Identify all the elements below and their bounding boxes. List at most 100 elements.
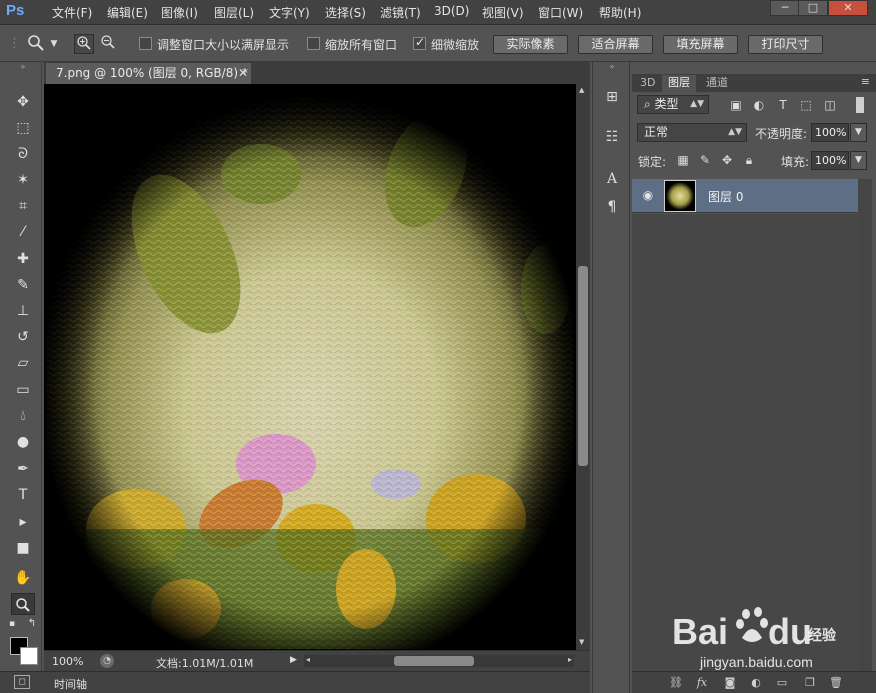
zoom-tool-preset-icon[interactable] [26, 34, 46, 54]
status-menu-arrow-icon[interactable]: ▶ [290, 655, 297, 665]
lock-transparent-pixels-icon[interactable]: ▦ [676, 153, 690, 167]
timeline-icon[interactable]: ◻ [14, 675, 30, 689]
eyedropper-tool-icon[interactable]: ⁄ [11, 221, 35, 243]
marquee-tool-icon[interactable]: ⬚ [11, 117, 35, 139]
default-colors-icon[interactable]: ▪ [6, 618, 18, 630]
vertical-scrollbar[interactable]: ▲ ▼ [576, 84, 590, 650]
scroll-up-icon[interactable]: ▲ [579, 86, 584, 94]
horizontal-scrollbar[interactable]: ◂ ▸ [304, 655, 574, 667]
scroll-right-icon[interactable]: ▸ [568, 655, 572, 664]
menu-image[interactable]: 图像(I) [161, 4, 198, 21]
zoom-all-windows-checkbox[interactable] [307, 37, 320, 50]
adjustment-layer-icon[interactable]: ◐ [748, 675, 764, 691]
scrubby-zoom-checkbox[interactable] [413, 35, 426, 50]
tab-layers[interactable]: 图层 [662, 75, 696, 92]
dodge-tool-icon[interactable]: ● [11, 431, 35, 453]
menu-help[interactable]: 帮助(H) [599, 4, 641, 21]
path-selection-tool-icon[interactable]: ▸ [11, 511, 35, 533]
opacity-input[interactable]: 100% [811, 123, 849, 142]
crop-tool-icon[interactable]: ⌗ [11, 195, 35, 217]
filter-smart-object-icon[interactable]: ◫ [822, 97, 838, 113]
blend-mode-select[interactable]: 正常 ▲▼ [637, 123, 747, 142]
menu-edit[interactable]: 编辑(E) [107, 4, 148, 21]
horizontal-scroll-thumb[interactable] [394, 656, 474, 666]
chevron-down-icon[interactable]: ▼ [48, 34, 60, 54]
filter-shape-icon[interactable]: ⬚ [798, 97, 814, 113]
menu-file[interactable]: 文件(F) [52, 4, 92, 21]
zoom-in-icon[interactable] [74, 34, 94, 54]
menu-3d[interactable]: 3D(D) [434, 4, 469, 18]
timeline-label[interactable]: 时间轴 [54, 676, 87, 692]
hand-tool-icon[interactable]: ✋ [11, 567, 35, 589]
layer-row[interactable]: ◉ 图层 0 [632, 179, 858, 213]
filter-adjustment-icon[interactable]: ◐ [751, 97, 767, 113]
menu-window[interactable]: 窗口(W) [538, 4, 583, 21]
move-tool-icon[interactable]: ✥ [11, 91, 35, 113]
history-brush-tool-icon[interactable]: ↺ [11, 326, 35, 348]
lock-all-icon[interactable]: 🔒︎ [742, 153, 756, 167]
menu-layer[interactable]: 图层(L) [214, 4, 254, 21]
pen-tool-icon[interactable]: ✒ [11, 458, 35, 480]
actual-pixels-button[interactable]: 实际像素 [493, 35, 568, 54]
zoom-tool-icon[interactable] [11, 593, 35, 615]
menu-view[interactable]: 视图(V) [482, 4, 524, 21]
navigator-panel-icon[interactable]: ⊞ [601, 86, 623, 108]
filter-type-icon[interactable]: T [775, 97, 791, 113]
layers-scrollbar[interactable] [858, 179, 872, 671]
collapse-icon[interactable]: » [11, 62, 35, 72]
fill-input[interactable]: 100% [811, 151, 849, 170]
gradient-tool-icon[interactable]: ▭ [11, 379, 35, 401]
background-color-swatch[interactable] [20, 647, 38, 665]
layer-name[interactable]: 图层 0 [708, 188, 743, 205]
close-button[interactable]: ✕ [828, 0, 868, 16]
menu-type[interactable]: 文字(Y) [269, 4, 310, 21]
eraser-tool-icon[interactable]: ▱ [11, 352, 35, 374]
new-group-icon[interactable]: ▭ [774, 675, 790, 691]
rectangle-tool-icon[interactable]: ■ [11, 537, 35, 559]
magic-wand-tool-icon[interactable]: ✶ [11, 169, 35, 191]
filter-pixel-icon[interactable]: ▣ [728, 97, 744, 113]
add-mask-icon[interactable]: ◙ [722, 675, 738, 691]
resize-windows-checkbox[interactable] [139, 37, 152, 50]
minimize-button[interactable]: ─ [770, 0, 800, 16]
blur-tool-icon[interactable]: 💧︎ [11, 405, 35, 427]
scroll-left-icon[interactable]: ◂ [306, 655, 310, 664]
menu-select[interactable]: 选择(S) [325, 4, 366, 21]
new-layer-icon[interactable]: ❐ [802, 675, 818, 691]
status-info-icon[interactable]: ◔ [100, 654, 114, 668]
zoom-level[interactable]: 100% [52, 655, 83, 668]
lock-image-pixels-icon[interactable]: ✎ [698, 153, 712, 167]
delete-layer-icon[interactable]: 🗑︎ [828, 675, 844, 691]
panel-menu-icon[interactable]: ≡ [861, 75, 870, 88]
fill-dropdown-icon[interactable]: ▼ [850, 151, 867, 170]
link-layers-icon[interactable]: ⛓ [668, 675, 684, 691]
menu-filter[interactable]: 滤镜(T) [380, 4, 421, 21]
fill-screen-button[interactable]: 填充屏幕 [663, 35, 738, 54]
filter-toggle-icon[interactable] [856, 97, 864, 113]
zoom-out-icon[interactable] [98, 34, 118, 54]
lasso-tool-icon[interactable]: ᘐ [11, 143, 35, 165]
clone-stamp-tool-icon[interactable]: ⊥ [11, 300, 35, 322]
character-panel-icon[interactable]: A [601, 168, 623, 190]
close-tab-icon[interactable]: ✕ [238, 63, 248, 83]
visibility-eye-icon[interactable]: ◉ [640, 188, 656, 204]
tab-channels[interactable]: 通道 [700, 75, 734, 92]
maximize-button[interactable]: □ [798, 0, 828, 16]
tab-3d[interactable]: 3D [634, 75, 661, 92]
canvas-area[interactable] [44, 84, 576, 650]
print-size-button[interactable]: 打印尺寸 [748, 35, 823, 54]
scroll-down-icon[interactable]: ▼ [579, 638, 584, 646]
properties-panel-icon[interactable]: ☷ [601, 126, 623, 148]
healing-brush-tool-icon[interactable]: ✚ [11, 248, 35, 270]
swap-colors-icon[interactable]: ↰ [26, 618, 38, 630]
lock-position-icon[interactable]: ✥ [720, 153, 734, 167]
paragraph-panel-icon[interactable]: ¶ [601, 196, 623, 218]
document-tab[interactable]: 7.png @ 100% (图层 0, RGB/8) * ✕ [46, 63, 251, 84]
type-tool-icon[interactable]: T [11, 484, 35, 506]
opacity-dropdown-icon[interactable]: ▼ [850, 123, 867, 142]
fit-screen-button[interactable]: 适合屏幕 [578, 35, 653, 54]
filter-kind-select[interactable]: ⌕ 类型 ▲▼ [637, 95, 709, 114]
dock-collapse-icon[interactable]: » [601, 62, 623, 72]
vertical-scroll-thumb[interactable] [578, 266, 588, 466]
layer-style-fx-icon[interactable]: fx [694, 675, 710, 691]
